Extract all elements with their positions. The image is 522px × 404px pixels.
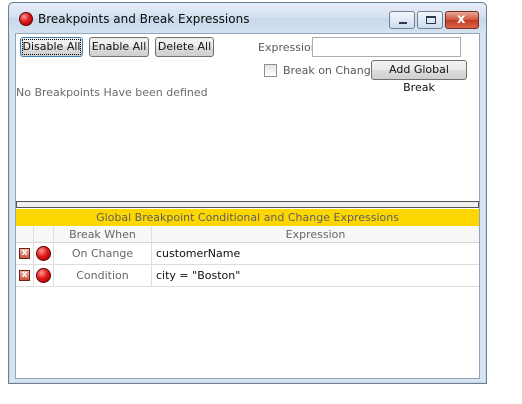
panel-splitter[interactable] bbox=[16, 201, 479, 208]
title-bar[interactable]: Breakpoints and Break Expressions x bbox=[9, 3, 486, 33]
expression-value: city = "Boston" bbox=[156, 269, 241, 282]
expression-cell[interactable]: customerName bbox=[152, 243, 479, 264]
expression-label: Expression bbox=[258, 41, 318, 54]
header-expression[interactable]: Expression bbox=[152, 226, 479, 242]
add-global-break-button[interactable]: Add Global Break bbox=[371, 60, 467, 94]
breakpoint-app-icon bbox=[19, 12, 33, 26]
close-icon: x bbox=[457, 12, 466, 27]
expression-cell[interactable]: city = "Boston" bbox=[152, 265, 479, 286]
client-area: Disable All Enable All Delete All Expres… bbox=[15, 33, 480, 379]
delete-all-button[interactable]: Delete All bbox=[155, 37, 214, 57]
breakpoint-cell[interactable] bbox=[34, 243, 54, 264]
table-row[interactable]: x Condition city = "Boston" bbox=[16, 265, 479, 287]
grid-header-row: Break When Expression bbox=[16, 226, 479, 243]
minimize-button[interactable] bbox=[389, 11, 415, 29]
breakpoint-red-icon[interactable] bbox=[36, 246, 51, 261]
maximize-button[interactable] bbox=[417, 11, 443, 29]
enable-all-button[interactable]: Enable All bbox=[89, 37, 149, 57]
table-row[interactable]: x On Change customerName bbox=[16, 243, 479, 265]
expression-value: customerName bbox=[156, 247, 241, 260]
disable-all-button[interactable]: Disable All bbox=[20, 37, 83, 57]
break-when-cell[interactable]: Condition bbox=[54, 265, 152, 286]
breakpoint-red-icon[interactable] bbox=[36, 268, 51, 283]
break-on-change-checkbox[interactable] bbox=[264, 64, 277, 77]
header-break-when[interactable]: Break When bbox=[54, 226, 152, 242]
global-expressions-grid: Break When Expression x On Change custom… bbox=[16, 226, 479, 287]
close-button[interactable]: x bbox=[445, 11, 479, 29]
breakpoints-empty-message: No Breakpoints Have been defined bbox=[16, 86, 208, 99]
delete-cell[interactable]: x bbox=[16, 265, 34, 286]
expression-input[interactable] bbox=[312, 37, 461, 57]
window-title: Breakpoints and Break Expressions bbox=[38, 12, 250, 26]
header-cell-delete bbox=[16, 226, 34, 242]
delete-icon[interactable]: x bbox=[19, 248, 30, 259]
break-on-change-label: Break on Change bbox=[283, 64, 378, 77]
delete-cell[interactable]: x bbox=[16, 243, 34, 264]
breakpoint-cell[interactable] bbox=[34, 265, 54, 286]
minimize-icon bbox=[399, 22, 407, 24]
breakpoints-window: Breakpoints and Break Expressions x Disa… bbox=[8, 2, 487, 384]
break-when-cell[interactable]: On Change bbox=[54, 243, 152, 264]
maximize-icon bbox=[426, 16, 436, 24]
header-cell-icon bbox=[34, 226, 54, 242]
global-expressions-banner: Global Breakpoint Conditional and Change… bbox=[16, 209, 479, 226]
delete-icon[interactable]: x bbox=[19, 270, 30, 281]
